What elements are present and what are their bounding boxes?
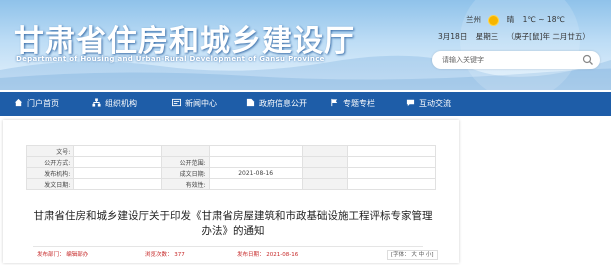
document-meta-table: 文号: 公开方式: 公开范围: 发布机构: 成文日期: 2021-08-16 发… — [25, 145, 437, 190]
meta-label — [301, 167, 348, 179]
meta-label: 有效性: — [161, 178, 210, 190]
table-row: 公开方式: 公开范围: — [25, 156, 437, 168]
view-count: 浏览次数： 377 — [145, 252, 185, 258]
table-row: 文号: — [25, 145, 437, 157]
document-title: 甘肃省住房和城乡建设厅关于印发《甘肃省房屋建筑和市政基础设施工程评标专家管理办法… — [33, 210, 433, 237]
date-lunar: （庚子[鼠]年 二月廿五） — [506, 32, 590, 41]
weather-condition: 晴 — [506, 15, 515, 24]
chat-icon — [406, 99, 415, 107]
main-nav: 门户首页 组织机构 新闻中心 政府信息公开 专题专栏 互动交流 — [0, 92, 611, 116]
publish-date: 发布日期： 2021-08-16 — [237, 252, 299, 258]
site-subtitle: Department of Housing and Urban-Rural De… — [16, 55, 325, 63]
table-row: 发布机构: 成文日期: 2021-08-16 — [25, 167, 437, 179]
meta-value — [346, 145, 437, 157]
nav-item-label: 门户首页 — [27, 99, 59, 108]
meta-value — [346, 167, 437, 179]
date-day: 3月18日 — [438, 32, 468, 41]
meta-value — [208, 178, 303, 190]
meta-label — [301, 178, 348, 190]
nav-item-label: 新闻中心 — [185, 99, 217, 108]
news-icon — [172, 98, 181, 107]
meta-value — [346, 156, 437, 168]
date-weekday: 星期三 — [475, 32, 499, 41]
nav-item-interaction[interactable]: 互动交流 — [406, 92, 451, 116]
meta-value: 2021-08-16 — [208, 167, 303, 179]
nav-item-special-topics[interactable]: 专题专栏 — [330, 92, 375, 116]
weather-temp: 1℃ ~ 18℃ — [522, 15, 565, 24]
weather-city: 兰州 — [466, 15, 481, 24]
meta-label: 公开范围: — [161, 156, 210, 168]
sun-icon — [489, 15, 499, 25]
nav-item-label: 互动交流 — [419, 99, 451, 108]
org-icon — [92, 98, 101, 107]
meta-label — [301, 145, 348, 157]
nav-item-label: 组织机构 — [105, 99, 137, 108]
document-footer: 发布部门： 编辑部办 浏览次数： 377 发布日期： 2021-08-16 [字… — [33, 246, 438, 260]
table-row: 发文日期: 有效性: — [25, 178, 437, 190]
nav-item-news[interactable]: 新闻中心 — [172, 92, 217, 116]
search-input[interactable] — [442, 54, 577, 66]
font-size-control[interactable]: [字体： 大 中 小] — [387, 250, 438, 260]
meta-label: 发文日期: — [25, 178, 75, 190]
meta-label — [301, 156, 348, 168]
date-display: 3月18日 星期三 （庚子[鼠]年 二月廿五） — [438, 31, 596, 42]
home-icon — [14, 98, 23, 107]
meta-value — [208, 145, 303, 157]
meta-label: 发布机构: — [25, 167, 75, 179]
meta-label — [161, 145, 210, 157]
meta-value — [73, 178, 163, 190]
meta-value — [346, 178, 437, 190]
meta-value — [208, 156, 303, 168]
info-icon — [246, 98, 255, 107]
meta-label: 文号: — [25, 145, 75, 157]
flag-icon — [331, 98, 338, 107]
meta-label: 公开方式: — [25, 156, 75, 168]
meta-value — [73, 167, 163, 179]
meta-value — [73, 145, 163, 157]
weather-widget: 兰州 晴 1℃ ~ 18℃ — [466, 14, 571, 25]
nav-item-home[interactable]: 门户首页 — [14, 92, 59, 116]
search-box — [432, 51, 600, 69]
site-header: 甘肃省住房和城乡建设厅 Department of Housing and Ur… — [0, 0, 611, 90]
nav-item-label: 政府信息公开 — [259, 99, 307, 108]
meta-value — [73, 156, 163, 168]
meta-label: 成文日期: — [161, 167, 210, 179]
site-title[interactable]: 甘肃省住房和城乡建设厅 — [14, 16, 355, 60]
nav-item-label: 专题专栏 — [343, 99, 375, 108]
search-icon[interactable] — [582, 54, 594, 66]
publish-department: 发布部门： 编辑部办 — [37, 252, 89, 258]
document-card: 文号: 公开方式: 公开范围: 发布机构: 成文日期: 2021-08-16 发… — [3, 120, 459, 263]
nav-item-government-info[interactable]: 政府信息公开 — [246, 92, 307, 116]
nav-item-organization[interactable]: 组织机构 — [92, 92, 137, 116]
